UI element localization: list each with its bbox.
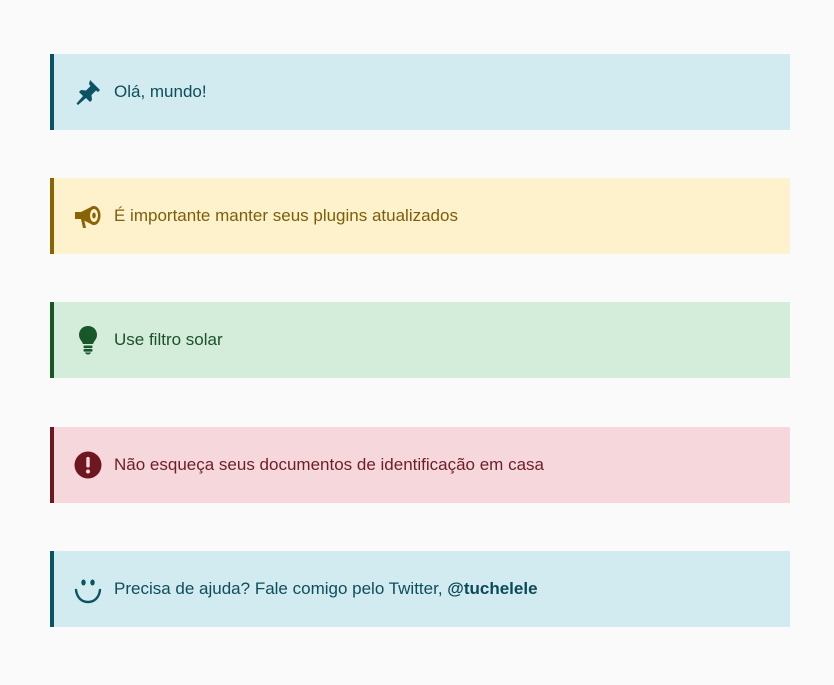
- notice-text: Precisa de ajuda? Fale comigo pelo Twitt…: [114, 551, 538, 627]
- exclamation-circle-icon: [73, 450, 103, 480]
- pushpin-icon: [73, 77, 103, 107]
- lightbulb-icon: [73, 325, 103, 355]
- smile-icon: [73, 574, 103, 604]
- notice-help-text: Precisa de ajuda? Fale comigo pelo Twitt…: [114, 579, 448, 598]
- notice-info: Olá, mundo!: [50, 54, 790, 130]
- notice-help: Precisa de ajuda? Fale comigo pelo Twitt…: [50, 551, 790, 627]
- notice-text: Olá, mundo!: [114, 82, 207, 101]
- notice-text: É importante manter seus plugins atualiz…: [114, 206, 458, 225]
- twitter-handle-link[interactable]: @tuchelele: [447, 579, 537, 598]
- notice-text: Não esqueça seus documentos de identific…: [114, 455, 544, 474]
- notice-warning: É importante manter seus plugins atualiz…: [50, 178, 790, 254]
- notice-success: Use filtro solar: [50, 302, 790, 378]
- notice-danger: Não esqueça seus documentos de identific…: [50, 427, 790, 503]
- notice-text: Use filtro solar: [114, 330, 223, 349]
- megaphone-icon: [73, 201, 103, 231]
